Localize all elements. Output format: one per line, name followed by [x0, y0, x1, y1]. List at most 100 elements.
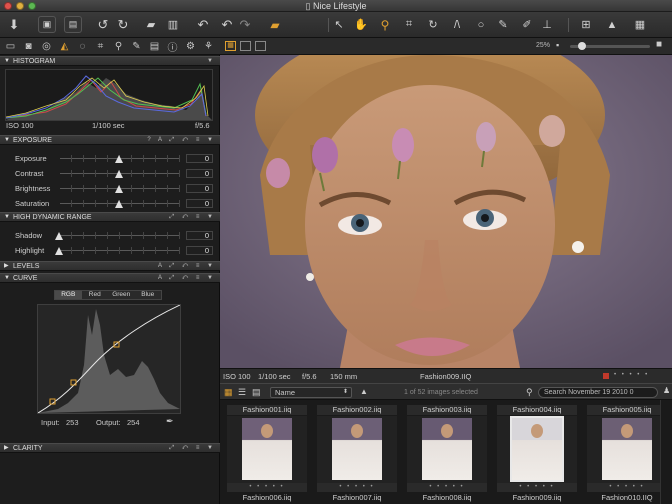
annotate-icon[interactable]: ✐ — [520, 16, 534, 33]
collapse-triangle-icon[interactable]: ▼ — [4, 136, 10, 145]
grid-overlay-icon[interactable]: ⊞ — [578, 16, 594, 33]
thumbnail-label[interactable]: Fashion002.iiq — [317, 405, 397, 415]
filmstrip-view-icon[interactable]: ▤ — [252, 387, 261, 398]
thumbnail-label[interactable]: Fashion005.iiq — [587, 405, 667, 415]
tab-color-icon[interactable]: ◎ — [40, 40, 53, 53]
tab-local-adjustments-icon[interactable]: ✎ — [130, 40, 143, 53]
collapse-triangle-icon[interactable]: ▼ — [4, 213, 10, 222]
thumbnail-label[interactable]: Fashion001.iiq — [227, 405, 307, 415]
undo-icon[interactable]: ↶ — [220, 16, 234, 33]
color-tag-icon[interactable] — [603, 373, 609, 379]
list-view-icon[interactable]: ☰ — [238, 387, 246, 398]
keystone-tool-icon[interactable]: /\ — [450, 16, 464, 33]
zoom-in-icon[interactable]: ■ — [656, 39, 662, 50]
thumbnail-label[interactable]: Fashion010.IIQ — [587, 493, 667, 502]
tab-blue[interactable]: Blue — [135, 291, 162, 299]
slider-track[interactable] — [60, 232, 180, 239]
slider-value-field[interactable]: 0 — [186, 184, 213, 193]
clarity-section-header[interactable]: ▶ CLARITY ⤢ ↶ ≡ ▼ — [0, 443, 220, 453]
thumbnail-label[interactable]: Fashion009.iiq — [497, 493, 577, 502]
stamp-tool-icon[interactable]: ⊥ — [540, 16, 554, 33]
thumbnail-image[interactable] — [510, 416, 564, 482]
tab-settings-icon[interactable]: ⚙ — [184, 40, 197, 53]
folder-icon[interactable]: ▰ — [144, 16, 158, 33]
rotate-right-icon[interactable]: ↻ — [116, 16, 130, 33]
section-tools-icon[interactable]: ⤢ ↶ ≡ ▼ — [169, 444, 216, 453]
zoom-slider-knob[interactable] — [578, 42, 586, 50]
expand-triangle-icon[interactable]: ▶ — [4, 262, 9, 271]
tab-info-icon[interactable]: ⓘ — [166, 40, 179, 54]
thumbnail-label[interactable]: Fashion008.iiq — [407, 493, 487, 502]
slider-value-field[interactable]: 0 — [186, 231, 213, 240]
rating-dots[interactable]: • • • • • — [614, 372, 649, 378]
thumbnail-image[interactable] — [332, 418, 382, 480]
rating-dots[interactable]: • • • • • — [587, 483, 667, 492]
slider-value-field[interactable]: 0 — [186, 246, 213, 255]
grid-view-icon[interactable]: ▦ — [224, 387, 233, 398]
spot-removal-icon[interactable]: ○ — [474, 16, 488, 33]
tab-composition-icon[interactable]: ⌗ — [94, 40, 107, 53]
pan-tool-icon[interactable]: ✋ — [354, 16, 368, 33]
curve-editor[interactable] — [37, 304, 181, 414]
sort-select[interactable]: Name ⬍ — [270, 387, 352, 398]
tab-library-icon[interactable]: ▭ — [4, 40, 17, 53]
thumbnail-label[interactable]: Fashion006.iiq — [227, 493, 307, 502]
slider-value-field[interactable]: 0 — [186, 169, 213, 178]
tab-batch-icon[interactable]: ⚘ — [202, 40, 215, 53]
expand-triangle-icon[interactable]: ▶ — [4, 444, 9, 453]
crop-tool-icon[interactable]: ⌗ — [402, 16, 416, 33]
fullscreen-icon[interactable]: ▦ — [632, 16, 648, 33]
white-balance-picker-icon[interactable]: ✎ — [496, 16, 510, 33]
rating-dots[interactable]: • • • • • — [317, 483, 397, 492]
tab-exposure-icon[interactable]: ◭ — [58, 40, 71, 53]
section-tools-icon[interactable]: ? A ⤢ ↶ ≡ ▼ — [147, 136, 216, 145]
collapse-triangle-icon[interactable]: ▼ — [4, 274, 10, 283]
sort-direction-icon[interactable]: ▲ — [360, 387, 368, 396]
curve-section-header[interactable]: ▼ CURVE A ⤢ ↶ ≡ ▼ — [0, 273, 220, 283]
section-tools-icon[interactable]: ⤢ ↶ ≡ ▼ — [169, 213, 216, 222]
section-tools-icon[interactable]: A ⤢ ↶ ≡ ▼ — [158, 274, 216, 283]
process-icon[interactable]: ▤ — [64, 16, 82, 33]
browser-scrollbar[interactable]: ♟ — [660, 386, 672, 504]
thumbnail-label[interactable]: Fashion003.iiq — [407, 405, 487, 415]
thumbnail-label[interactable]: Fashion004.iiq — [497, 405, 577, 415]
rating-dots[interactable]: • • • • • — [227, 483, 307, 492]
image-viewer[interactable] — [220, 55, 672, 368]
thumbnail[interactable]: • • • • • — [587, 416, 667, 492]
viewer-single-icon[interactable]: ▦ — [225, 41, 236, 51]
levels-section-header[interactable]: ▶ LEVELS A ⤢ ↶ ≡ ▼ — [0, 261, 220, 271]
rotate-left-icon[interactable]: ↺ — [96, 16, 110, 33]
eyedropper-icon[interactable]: ✒ — [166, 416, 174, 427]
zoom-slider[interactable] — [570, 42, 650, 50]
hdr-section-header[interactable]: ▼ HIGH DYNAMIC RANGE ⤢ ↶ ≡ ▼ — [0, 212, 220, 222]
slider-value-field[interactable]: 0 — [186, 199, 213, 208]
rating-dots[interactable]: • • • • • — [407, 483, 487, 492]
thumbnail-image[interactable] — [422, 418, 472, 480]
viewer-compare-icon[interactable] — [255, 41, 266, 51]
trash-icon[interactable]: ▥ — [166, 16, 180, 33]
tab-rgb[interactable]: RGB — [55, 291, 82, 299]
undo-all-icon[interactable]: ↶ — [196, 16, 210, 33]
search-input[interactable]: Search November 19 2010 0 — [538, 387, 658, 398]
tab-green[interactable]: Green — [108, 291, 135, 299]
section-menu-icon[interactable]: ▼ — [207, 57, 216, 66]
tab-metadata-icon[interactable]: ▤ — [148, 40, 161, 53]
exposure-warning-icon[interactable]: ▲ — [604, 16, 620, 33]
thumbnail[interactable]: • • • • • — [497, 416, 577, 492]
pointer-tool-icon[interactable]: ↖ — [332, 16, 346, 33]
redo-icon[interactable]: ↷ — [238, 16, 252, 33]
collapse-triangle-icon[interactable]: ▼ — [4, 57, 10, 66]
capture-pilot-icon[interactable]: ▣ — [38, 16, 56, 33]
thumbnail-label[interactable]: Fashion007.iiq — [317, 493, 397, 502]
rating-dots[interactable]: • • • • • — [497, 483, 577, 492]
tab-lens-icon[interactable]: ◌ — [76, 40, 89, 53]
zoom-out-icon[interactable]: ▪ — [556, 40, 559, 50]
viewer-multi-icon[interactable] — [240, 41, 251, 51]
zoom-tool-icon[interactable]: ⚲ — [378, 16, 392, 33]
thumbnail-image[interactable] — [242, 418, 292, 480]
tab-red[interactable]: Red — [82, 291, 109, 299]
slider-track[interactable] — [60, 247, 180, 254]
copy-adjustments-icon[interactable]: ▰ — [266, 16, 284, 33]
rotate-tool-icon[interactable]: ↻ — [426, 16, 440, 33]
slider-value-field[interactable]: 0 — [186, 154, 213, 163]
